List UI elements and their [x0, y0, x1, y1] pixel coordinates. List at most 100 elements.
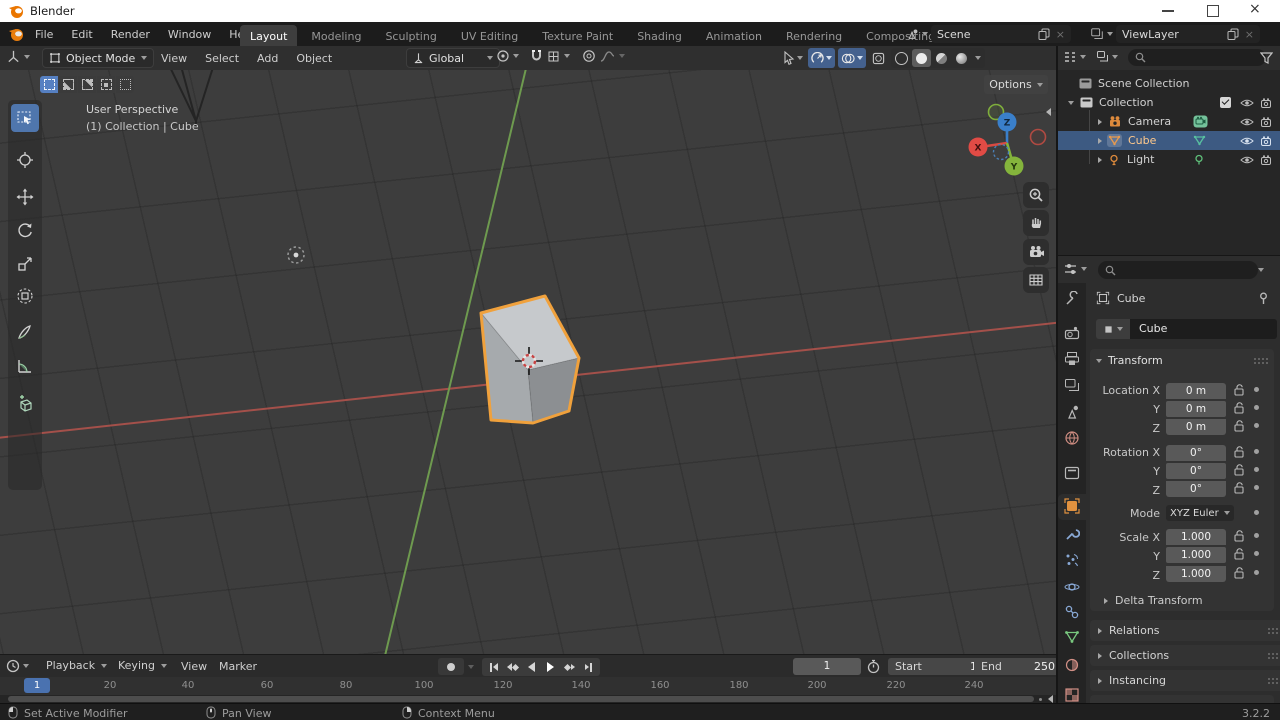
- panel-grip-icon[interactable]: [1267, 677, 1280, 685]
- scale-tool[interactable]: [11, 250, 39, 278]
- panel-grip-icon[interactable]: [1253, 357, 1268, 365]
- lock-icon[interactable]: [1234, 384, 1245, 396]
- keyframe-dot[interactable]: [1254, 449, 1259, 454]
- select-mode-subtract-button[interactable]: [78, 76, 96, 93]
- tab-scene[interactable]: [1064, 404, 1080, 420]
- shading-wireframe-button[interactable]: [892, 49, 911, 67]
- keyframe-dot[interactable]: [1254, 467, 1259, 472]
- frame-end-field[interactable]: End 250: [974, 658, 1062, 675]
- transform-panel-header[interactable]: Transform: [1096, 354, 1268, 367]
- viewlayer-name-field[interactable]: ViewLayer ×: [1116, 25, 1260, 43]
- select-box-tool[interactable]: [11, 104, 39, 132]
- auto-keying-button[interactable]: [438, 658, 464, 675]
- lock-icon[interactable]: [1234, 446, 1245, 458]
- close-button[interactable]: ×: [1249, 1, 1261, 17]
- maximize-button[interactable]: [1207, 5, 1219, 17]
- outliner-editor-button[interactable]: [1063, 50, 1086, 64]
- scene-selector[interactable]: Scene ×: [905, 25, 1071, 43]
- shading-rendered-button[interactable]: [952, 49, 971, 67]
- remove-viewlayer-icon[interactable]: ×: [1245, 28, 1254, 41]
- rotate-tool[interactable]: [11, 216, 39, 244]
- timeline-ruler[interactable]: 1 20 40 60 80 100 120 140 160 180 200 22…: [0, 677, 1057, 695]
- menu-render[interactable]: Render: [102, 28, 159, 41]
- light-object[interactable]: [282, 241, 310, 269]
- snap-controls[interactable]: [530, 49, 570, 63]
- tab-tool[interactable]: [1064, 291, 1080, 307]
- tab-output[interactable]: [1064, 351, 1080, 367]
- collections-panel[interactable]: Collections: [1090, 645, 1280, 666]
- keyframe-dot[interactable]: [1254, 533, 1259, 538]
- annotate-tool[interactable]: [11, 318, 39, 346]
- hide-eye-icon[interactable]: [1240, 117, 1254, 127]
- options-dropdown[interactable]: Options: [984, 75, 1048, 94]
- menu-object[interactable]: Object: [287, 52, 341, 65]
- unlink-scene-icon[interactable]: ×: [1056, 28, 1065, 41]
- outliner-search-field[interactable]: [1128, 49, 1266, 66]
- chevron-down-icon[interactable]: [1258, 268, 1264, 272]
- tab-texture[interactable]: [1064, 687, 1080, 703]
- measure-tool[interactable]: [11, 352, 39, 380]
- lock-icon[interactable]: [1234, 530, 1245, 542]
- toggle-ortho-button[interactable]: [1023, 267, 1049, 293]
- keyframe-dot[interactable]: [1254, 387, 1259, 392]
- jump-to-end-button[interactable]: [579, 663, 598, 672]
- panel-grip-icon[interactable]: [1267, 627, 1280, 635]
- keyframe-dot[interactable]: [1254, 485, 1259, 490]
- rotation-x-field[interactable]: 0°: [1166, 445, 1226, 461]
- delta-transform-header[interactable]: Delta Transform: [1104, 594, 1203, 607]
- falloff-curve-icon[interactable]: [600, 50, 615, 63]
- instancing-panel[interactable]: Instancing: [1090, 670, 1280, 691]
- pan-button[interactable]: [1023, 210, 1049, 236]
- overlays-toggle[interactable]: [838, 48, 866, 68]
- tab-world[interactable]: [1064, 430, 1080, 446]
- scale-x-field[interactable]: 1.000: [1166, 529, 1226, 545]
- next-keyframe-button[interactable]: [560, 664, 579, 670]
- render-visibility-icon[interactable]: [1261, 98, 1274, 108]
- scale-y-field[interactable]: 1.000: [1166, 547, 1226, 563]
- tab-object[interactable]: [1064, 498, 1080, 514]
- tab-constraints[interactable]: [1064, 604, 1080, 620]
- pivot-dropdown[interactable]: [496, 49, 519, 63]
- outliner-row-collection[interactable]: Collection: [1058, 93, 1280, 112]
- partial-panel[interactable]: [1090, 695, 1274, 703]
- menu-window[interactable]: Window: [159, 28, 220, 41]
- lock-icon[interactable]: [1234, 402, 1245, 414]
- relations-panel[interactable]: Relations: [1090, 620, 1280, 641]
- orientation-dropdown[interactable]: Global: [406, 48, 500, 68]
- select-mode-intersect-button[interactable]: [116, 76, 134, 93]
- filter-funnel-icon[interactable]: [1260, 52, 1273, 64]
- disclosure-right-icon[interactable]: [1098, 138, 1102, 144]
- move-tool[interactable]: [11, 183, 39, 211]
- transform-tool[interactable]: [11, 282, 39, 310]
- jump-to-start-button[interactable]: [484, 663, 503, 672]
- current-frame-field[interactable]: 1: [793, 658, 861, 675]
- location-z-field[interactable]: 0 m: [1166, 419, 1226, 435]
- outliner-display-mode-button[interactable]: [1096, 50, 1118, 63]
- select-mode-invert-button[interactable]: [97, 76, 115, 93]
- camera-view-button[interactable]: [1023, 239, 1049, 265]
- hide-eye-icon[interactable]: [1240, 136, 1254, 146]
- timeline-scrollbar[interactable]: [8, 696, 1034, 702]
- prev-keyframe-button[interactable]: [503, 663, 522, 671]
- location-x-field[interactable]: 0 m: [1166, 383, 1226, 399]
- menu-add[interactable]: Add: [248, 52, 287, 65]
- location-y-field[interactable]: 0 m: [1166, 401, 1226, 417]
- scene-collection-label[interactable]: Scene Collection: [1098, 77, 1189, 90]
- show-object-types-dropdown[interactable]: [780, 49, 805, 67]
- timeline-editor-button[interactable]: [6, 659, 29, 673]
- object-name-id-button[interactable]: [1096, 319, 1130, 339]
- camera-label[interactable]: Camera: [1128, 115, 1193, 128]
- navigation-gizmo[interactable]: Z X Y: [960, 94, 1054, 188]
- play-reverse-button[interactable]: [522, 662, 541, 672]
- keying-menu[interactable]: Keying: [116, 659, 167, 672]
- lock-icon[interactable]: [1234, 482, 1245, 494]
- gizmo-axis-neg-z[interactable]: [994, 145, 1009, 160]
- menu-file[interactable]: File: [26, 28, 62, 41]
- viewlayer-selector[interactable]: ViewLayer ×: [1090, 25, 1260, 43]
- copy-icon[interactable]: [1227, 28, 1239, 40]
- keyframe-dot[interactable]: [1254, 405, 1259, 410]
- proportional-edit-controls[interactable]: [582, 49, 625, 63]
- hide-eye-icon[interactable]: [1240, 98, 1254, 108]
- lock-icon[interactable]: [1234, 464, 1245, 476]
- proportional-edit-icon[interactable]: [582, 49, 596, 63]
